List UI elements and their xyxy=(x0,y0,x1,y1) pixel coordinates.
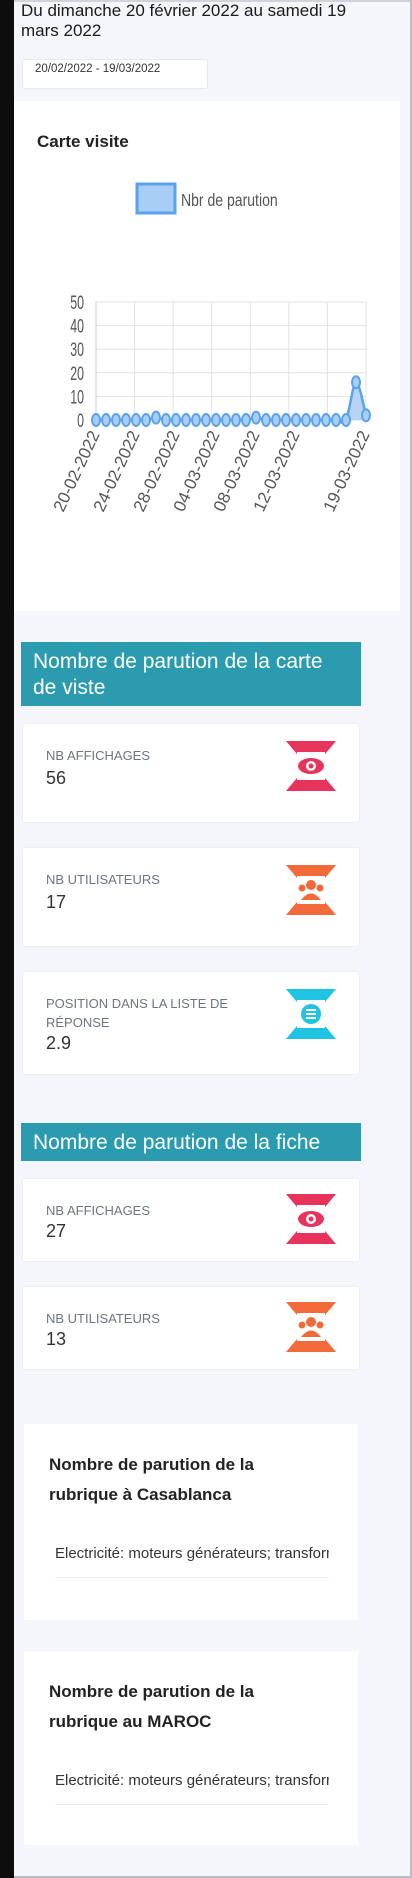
data-point[interactable] xyxy=(291,413,301,427)
data-point[interactable] xyxy=(111,413,121,427)
y-tick-label: 30 xyxy=(70,340,84,361)
y-tick-label: 50 xyxy=(70,292,84,313)
data-point[interactable] xyxy=(211,413,221,427)
data-point[interactable] xyxy=(271,413,281,427)
chart-card: Carte visite Nbr de parution 0 10 20 30 40 50… xyxy=(14,101,400,611)
stat-value: 2.9 xyxy=(46,1033,72,1053)
stat-label: NB AFFICHAGES xyxy=(46,1203,151,1218)
list-icon xyxy=(286,989,336,1039)
eye-icon xyxy=(286,1194,336,1244)
carte-stat-card-utilisateurs: NB UTILISATEURS 17 xyxy=(22,847,360,947)
data-point[interactable] xyxy=(301,413,311,427)
data-point[interactable] xyxy=(151,410,161,425)
data-point[interactable] xyxy=(241,413,251,427)
stat-value: 27 xyxy=(46,1221,67,1241)
legend-swatch[interactable] xyxy=(135,182,177,215)
data-point[interactable] xyxy=(91,413,101,427)
date-range-input[interactable]: 20/02/2022 - 19/03/2022 xyxy=(22,59,208,89)
data-point[interactable] xyxy=(181,413,191,427)
legend-label: Nbr de parution xyxy=(181,190,278,210)
rubrique-divider xyxy=(55,1804,329,1805)
stat-label: NB UTILISATEURS xyxy=(46,872,160,887)
data-point[interactable] xyxy=(321,413,331,427)
data-point[interactable] xyxy=(221,413,231,427)
stat-label: NB UTILISATEURS xyxy=(46,1311,160,1326)
data-point[interactable] xyxy=(141,413,151,427)
data-point[interactable] xyxy=(311,413,321,427)
x-tick-label: 19-03-2022 xyxy=(320,428,374,515)
fiche-stat-card-affichages: NB AFFICHAGES 27 xyxy=(22,1178,360,1262)
line-chart: Nbr de parution 01020304050 20-02-202224… xyxy=(50,182,374,515)
data-point[interactable] xyxy=(161,413,171,427)
rubrique-maroc-card: Nombre de parution de la rubrique au MAR… xyxy=(24,1651,358,1845)
data-point[interactable] xyxy=(131,413,141,427)
stat-value: 56 xyxy=(46,768,67,788)
data-point[interactable] xyxy=(101,413,111,427)
rubrique-casablanca-card: Nombre de parution de la rubrique à Casa… xyxy=(24,1424,358,1620)
rubrique-casablanca-title: Nombre de parution de la rubrique à Casa… xyxy=(49,1455,254,1504)
data-point[interactable] xyxy=(281,413,291,427)
y-tick-label: 20 xyxy=(70,363,84,384)
stat-value: 17 xyxy=(46,892,67,912)
stat-value: 13 xyxy=(46,1329,67,1349)
rubrique-maroc-item[interactable]: Electricité: moteurs générateurs; transf… xyxy=(55,1772,329,1789)
left-edge-bar xyxy=(0,0,14,1878)
data-point[interactable] xyxy=(361,408,371,423)
y-tick-label: 10 xyxy=(70,387,84,408)
period-title: Du dimanche 20 février 2022 au samedi 19… xyxy=(21,1,347,40)
y-tick-label: 40 xyxy=(70,316,84,337)
y-axis-ticks: 01020304050 xyxy=(70,292,84,431)
fiche-section-header: Nombre de parution de la fiche xyxy=(21,1123,361,1161)
users-icon xyxy=(286,1302,336,1352)
users-icon xyxy=(286,865,336,915)
carte-stat-card-position: POSITION DANS LA LISTE DE RÉPONSE 2.9 xyxy=(22,971,360,1075)
fiche-stat-card-utilisateurs: NB UTILISATEURS 13 xyxy=(22,1286,360,1370)
rubrique-casablanca-item[interactable]: Electricité: moteurs générateurs; transf… xyxy=(55,1545,329,1562)
stat-label: NB AFFICHAGES xyxy=(46,748,151,763)
eye-icon xyxy=(286,741,336,791)
carte-stat-card-affichages: NB AFFICHAGES 56 xyxy=(22,723,360,823)
rubrique-divider xyxy=(55,1577,329,1578)
stat-label: POSITION DANS LA LISTE DE RÉPONSE xyxy=(46,996,229,1030)
data-point[interactable] xyxy=(231,413,241,427)
data-point[interactable] xyxy=(171,413,181,427)
chart-points xyxy=(91,375,371,427)
data-point[interactable] xyxy=(341,413,351,427)
data-point[interactable] xyxy=(191,413,201,427)
data-point[interactable] xyxy=(261,413,271,427)
data-point[interactable] xyxy=(351,375,361,390)
data-point[interactable] xyxy=(201,413,211,427)
y-tick-label: 0 xyxy=(77,410,84,431)
data-point[interactable] xyxy=(331,413,341,427)
data-point[interactable] xyxy=(121,413,131,427)
chart-grid xyxy=(95,301,367,421)
x-axis-ticks: 20-02-202224-02-202228-02-202204-03-2022… xyxy=(50,428,374,515)
rubrique-maroc-title: Nombre de parution de la rubrique au MAR… xyxy=(49,1682,254,1731)
chart-card-title: Carte visite xyxy=(37,132,129,151)
carte-section-header: Nombre de parution de la carte de viste xyxy=(21,642,361,706)
data-point[interactable] xyxy=(251,410,261,425)
